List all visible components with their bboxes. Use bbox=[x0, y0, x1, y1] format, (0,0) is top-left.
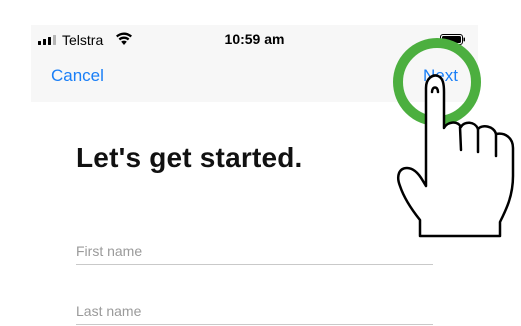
cancel-button[interactable]: Cancel bbox=[51, 66, 104, 86]
page-title: Let's get started. bbox=[76, 142, 303, 173]
nav-bar: Cancel Next bbox=[31, 53, 478, 102]
status-bar: Telstra 10:59 am bbox=[31, 25, 478, 53]
last-name-field[interactable] bbox=[76, 298, 433, 325]
first-name-field[interactable] bbox=[76, 238, 433, 265]
screen: Telstra 10:59 am Cancel Next Let's get s… bbox=[0, 0, 521, 326]
next-button[interactable]: Next bbox=[423, 66, 458, 86]
status-time: 10:59 am bbox=[224, 31, 285, 47]
battery-icon bbox=[440, 34, 465, 45]
